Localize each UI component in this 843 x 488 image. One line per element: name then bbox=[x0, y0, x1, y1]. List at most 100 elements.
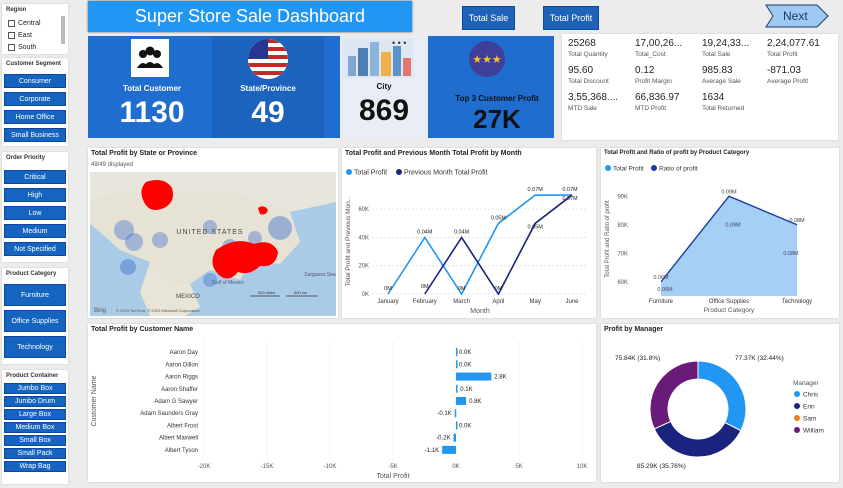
segment-small-business-button[interactable]: Small Business bbox=[4, 128, 66, 142]
customer-segment-title: Customer Segment bbox=[6, 61, 62, 67]
x-tick-label: June bbox=[565, 299, 579, 305]
more-options-icon[interactable]: • • • bbox=[392, 38, 406, 48]
line-chart-visual: Total Profit and Previous Month Total Pr… bbox=[342, 148, 596, 318]
data-label: 0.04M bbox=[454, 229, 470, 235]
legend-marker bbox=[794, 403, 800, 409]
metric-value: 17,00,26... bbox=[635, 38, 683, 49]
y-tick-label: 70K bbox=[617, 251, 628, 257]
checkbox-icon[interactable] bbox=[8, 20, 15, 27]
y-tick-label: Aaron Shaffer bbox=[161, 387, 198, 393]
total-sale-button[interactable]: Total Sale bbox=[462, 6, 515, 30]
metric-label: Total Profit bbox=[767, 51, 798, 58]
map-bubble[interactable] bbox=[120, 259, 136, 275]
x-tick-label: 10K bbox=[577, 464, 588, 470]
bar bbox=[456, 360, 458, 369]
legend-label: Erin bbox=[803, 404, 815, 411]
data-label: 0M bbox=[495, 286, 503, 292]
region-title: Region bbox=[6, 7, 27, 13]
priority-critical-button[interactable]: Critical bbox=[4, 170, 66, 184]
y-tick-label: Albert Tyson bbox=[165, 448, 198, 454]
checkbox-icon[interactable] bbox=[8, 44, 15, 51]
y-tick-label: 60K bbox=[358, 207, 369, 213]
segment-home-office-button[interactable]: Home Office bbox=[4, 110, 66, 124]
data-label: 0M bbox=[421, 284, 429, 290]
map-bubble[interactable] bbox=[152, 232, 168, 248]
map-canvas[interactable]: UNITED STATES MEXICO Gulf of Mexico Sarg… bbox=[90, 172, 336, 316]
total-profit-button[interactable]: Total Profit bbox=[543, 6, 599, 30]
x-tick-label: -5K bbox=[388, 464, 397, 470]
y-tick-label: 40K bbox=[358, 235, 369, 241]
y-tick-label: Aaron Riggs bbox=[165, 375, 198, 381]
region-item-east[interactable]: East bbox=[8, 32, 32, 39]
metric-label: MTD Sale bbox=[568, 105, 597, 112]
product-category-slicer: Product Category Furniture Office Suppli… bbox=[2, 268, 68, 364]
container-jumbo-box-button[interactable]: Jumbo Box bbox=[4, 383, 66, 394]
x-tick-label: 5K bbox=[515, 464, 522, 470]
priority-low-button[interactable]: Low bbox=[4, 206, 66, 220]
map-bubble[interactable] bbox=[125, 233, 143, 251]
kpi-state-value: 49 bbox=[251, 96, 285, 129]
x-tick-label: January bbox=[377, 299, 398, 305]
region-item-central[interactable]: Central bbox=[8, 20, 41, 27]
x-tick-label: February bbox=[413, 299, 437, 305]
container-small-pack-button[interactable]: Small Pack bbox=[4, 448, 66, 459]
data-label: 0.04M bbox=[417, 229, 433, 235]
category-furniture-button[interactable]: Furniture bbox=[4, 284, 66, 306]
bar bbox=[454, 409, 457, 418]
y-axis-label: Total Profit and Previous Mon... bbox=[345, 196, 352, 287]
data-label: -1.1K bbox=[425, 448, 439, 454]
data-label: 0.07M bbox=[528, 187, 544, 193]
category-office-supplies-button[interactable]: Office Supplies bbox=[4, 310, 66, 332]
metric-value: 2,24,077.61 bbox=[767, 38, 820, 49]
legend-label: Total Profit bbox=[354, 170, 387, 177]
dashboard-title: Super Store Sale Dashboard bbox=[88, 1, 412, 32]
container-medium-box-button[interactable]: Medium Box bbox=[4, 422, 66, 433]
metric-value: 19,24,33... bbox=[702, 38, 750, 49]
region-scrollbar[interactable] bbox=[61, 16, 65, 44]
metric-label: MTD Profit bbox=[635, 105, 667, 112]
kpi-top3-label: Top 3 Customer Profit bbox=[455, 94, 539, 103]
map-bing-logo: Bing bbox=[94, 308, 106, 314]
bar bbox=[453, 433, 456, 442]
container-small-box-button[interactable]: Small Box bbox=[4, 435, 66, 446]
map-bubble[interactable] bbox=[268, 216, 292, 240]
svg-text:★★★: ★★★ bbox=[472, 54, 502, 66]
bar bbox=[456, 384, 458, 393]
priority-not-specified-button[interactable]: Not Specified bbox=[4, 242, 66, 256]
legend-marker bbox=[651, 165, 657, 171]
priority-medium-button[interactable]: Medium bbox=[4, 224, 66, 238]
priority-high-button[interactable]: High bbox=[4, 188, 66, 202]
data-label: 0.08M bbox=[789, 218, 805, 224]
donut-chart-svg: 77.37K (32.44%) 85.29K (35.76%) 75.84K (31… bbox=[615, 355, 824, 470]
kpi-top3-value: 27K bbox=[473, 104, 521, 134]
map-label-us: UNITED STATES bbox=[176, 229, 243, 236]
checkbox-icon[interactable] bbox=[8, 32, 15, 39]
donut-slice-erin bbox=[653, 420, 742, 458]
legend-label: Previous Month Total Profit bbox=[404, 170, 488, 177]
x-tick-label: Office Supplies bbox=[709, 299, 749, 305]
container-large-box-button[interactable]: Large Box bbox=[4, 409, 66, 420]
container-wrap-bag-button[interactable]: Wrap Bag bbox=[4, 461, 66, 472]
x-tick-label: May bbox=[530, 299, 541, 305]
metric-value: 25268 bbox=[568, 38, 596, 49]
segment-corporate-button[interactable]: Corporate bbox=[4, 92, 66, 106]
metric-total-returned: 1634 Total Returned bbox=[702, 92, 772, 112]
series-line-0 bbox=[387, 194, 572, 296]
next-button[interactable]: Next bbox=[765, 4, 829, 28]
order-priority-slicer: Order Priority Critical High Low Medium … bbox=[2, 152, 68, 262]
y-tick-label: Adam G Sawyer bbox=[154, 399, 198, 405]
region-slicer: Region Central East South bbox=[2, 4, 68, 54]
x-axis-label: Month bbox=[470, 308, 490, 315]
region-item-south[interactable]: South bbox=[8, 44, 36, 51]
people-icon bbox=[131, 39, 169, 77]
x-tick-label: Technology bbox=[782, 299, 812, 305]
data-label: 0M bbox=[458, 286, 466, 292]
metric-total-discount: 95.60 Total Discount bbox=[568, 65, 638, 85]
metric-value: 95.60 bbox=[568, 65, 594, 76]
data-label: 0.09M bbox=[721, 189, 737, 195]
segment-consumer-button[interactable]: Consumer bbox=[4, 74, 66, 88]
y-tick-label: Albert Frost bbox=[167, 423, 198, 429]
container-jumbo-drum-button[interactable]: Jumbo Drum bbox=[4, 396, 66, 407]
category-technology-button[interactable]: Technology bbox=[4, 336, 66, 358]
x-tick-label: 0K bbox=[452, 464, 459, 470]
